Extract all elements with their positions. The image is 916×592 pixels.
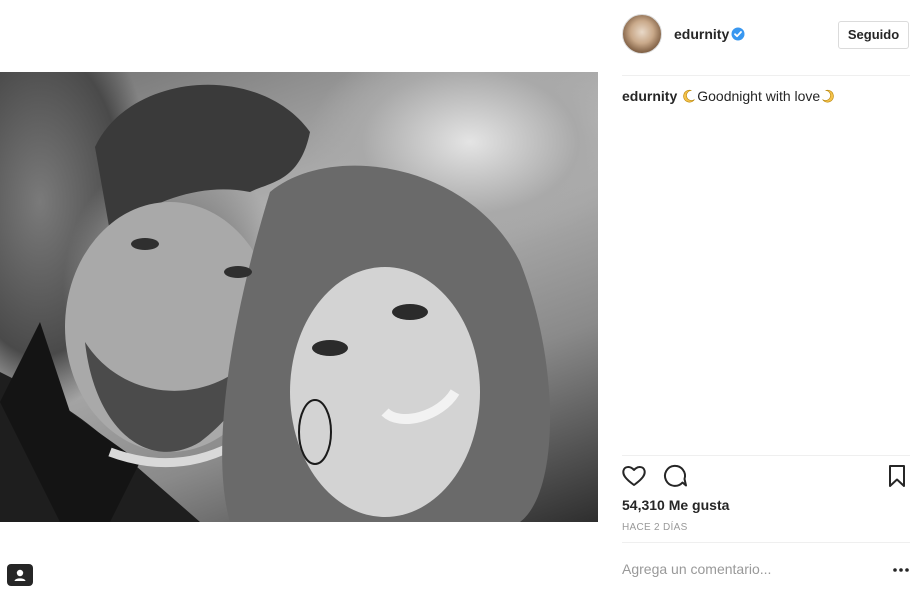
photo-illustration (0, 84, 550, 522)
author-username[interactable]: edurnity (674, 26, 729, 42)
post-header: edurnity Seguido (622, 14, 910, 56)
author-avatar[interactable] (622, 14, 662, 54)
crescent-moon-icon (822, 89, 834, 103)
header-divider (622, 75, 910, 76)
more-options-icon[interactable] (892, 562, 910, 578)
caption-text: Goodnight with love (697, 88, 821, 104)
post-timestamp[interactable]: HACE 2 DÍAS (622, 522, 688, 533)
verified-badge-icon (731, 27, 745, 41)
crescent-moon-icon (683, 89, 695, 103)
following-button[interactable]: Seguido (838, 21, 909, 49)
post-photo[interactable] (0, 72, 598, 522)
actions-divider (622, 455, 910, 456)
comment-divider (622, 542, 910, 543)
comment-icon[interactable] (662, 463, 688, 489)
heart-icon[interactable] (621, 463, 647, 489)
comment-input[interactable] (622, 558, 872, 580)
profile-icon (14, 569, 26, 581)
bookmark-icon[interactable] (885, 463, 909, 489)
profile-button[interactable] (7, 564, 33, 586)
likes-count[interactable]: 54,310 Me gusta (622, 497, 729, 513)
post-caption: edurnity Goodnight with love (622, 88, 836, 104)
caption-author[interactable]: edurnity (622, 88, 677, 104)
